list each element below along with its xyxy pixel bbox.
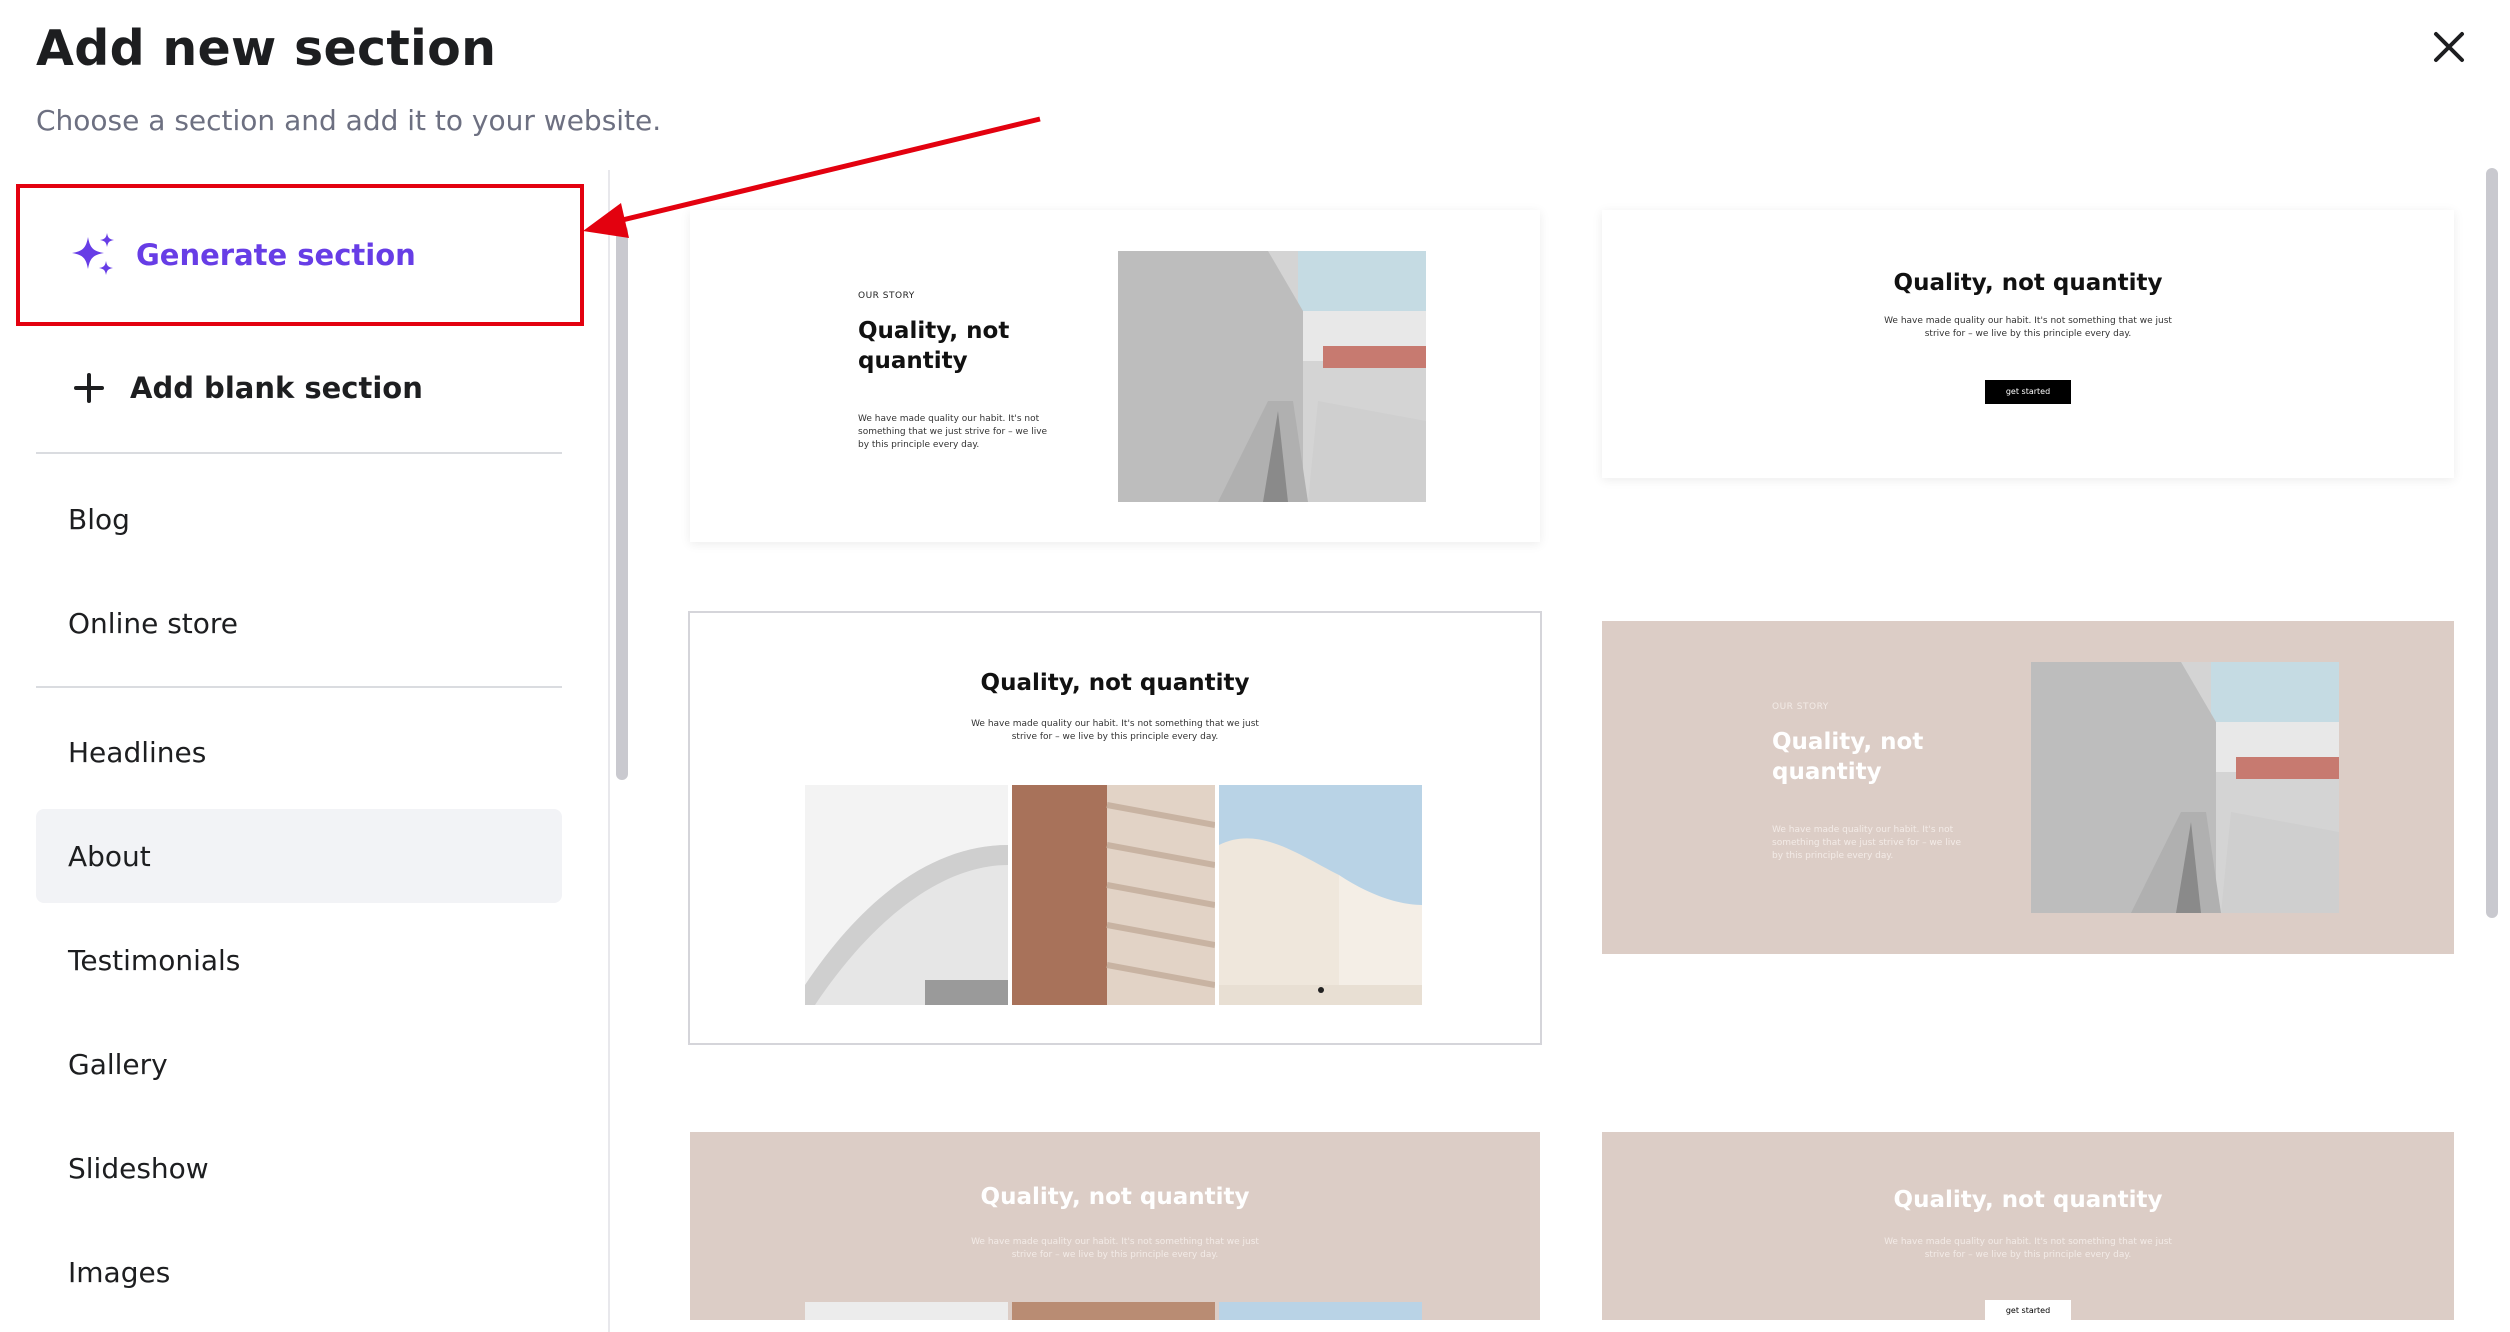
template-heading: Quality, not quantity — [1893, 270, 2163, 296]
gallery-image-2 — [1012, 1302, 1215, 1320]
template-heading: Quality, not quantity — [980, 1184, 1250, 1210]
sidebar-divider — [36, 686, 562, 688]
sidebar-scrollbar[interactable] — [614, 215, 630, 1330]
gallery-image-1 — [805, 1302, 1008, 1320]
sidebar-item-gallery[interactable]: Gallery — [36, 1017, 562, 1111]
sidebar-item-blog[interactable]: Blog — [36, 472, 562, 566]
template-body: We have made quality our habit. It's not… — [971, 719, 1259, 742]
plus-icon — [74, 373, 104, 403]
template-eyebrow: OUR STORY — [1772, 702, 1829, 712]
get-started-button: get started — [1985, 1300, 2071, 1320]
architecture-image — [2031, 662, 2339, 913]
dialog-subtitle: Choose a section and add it to your webs… — [36, 104, 662, 137]
template-card-about-1[interactable]: OUR STORY Quality, not quantity We have … — [690, 210, 1540, 542]
template-eyebrow: OUR STORY — [858, 291, 915, 301]
template-card-about-2[interactable]: Quality, not quantity We have made quali… — [1602, 210, 2454, 478]
template-card-about-5[interactable]: Quality, not quantity We have made quali… — [690, 1132, 1540, 1320]
template-card-about-6[interactable]: Quality, not quantity We have made quali… — [1602, 1132, 2454, 1320]
get-started-button: get started — [1985, 380, 2071, 404]
template-heading: Quality, not quantity — [1893, 1187, 2163, 1213]
gallery-image-3 — [1219, 1302, 1422, 1320]
gallery-image-1 — [805, 785, 1008, 1005]
sparkles-icon — [72, 233, 114, 275]
close-icon[interactable] — [2424, 22, 2474, 72]
add-blank-section-button[interactable]: Add blank section — [36, 355, 562, 421]
architecture-image — [1118, 251, 1426, 502]
template-heading: Quality, not quantity — [1772, 729, 1924, 785]
dialog-title: Add new section — [36, 20, 497, 77]
generate-section-label: Generate section — [136, 238, 416, 272]
template-body: We have made quality our habit. It's not… — [971, 1237, 1259, 1260]
template-body: We have made quality our habit. It's not… — [858, 414, 1048, 450]
sidebar-item-about[interactable]: About — [36, 809, 562, 903]
add-blank-section-label: Add blank section — [130, 371, 423, 405]
sidebar-item-online-store[interactable]: Online store — [36, 576, 562, 670]
template-card-about-4[interactable]: OUR STORY Quality, not quantity We have … — [1602, 621, 2454, 954]
sidebar-item-slideshow[interactable]: Slideshow — [36, 1121, 562, 1215]
gallery-image-3 — [1219, 785, 1422, 1005]
template-heading: Quality, not quantity — [858, 318, 1010, 374]
template-card-about-3[interactable]: Quality, not quantity We have made quali… — [688, 611, 1542, 1045]
gallery-image-2 — [1012, 785, 1215, 1005]
template-body: We have made quality our habit. It's not… — [1884, 1237, 2172, 1260]
sidebar-item-images[interactable]: Images — [36, 1225, 562, 1319]
template-body: We have made quality our habit. It's not… — [1772, 825, 1962, 861]
sidebar-item-testimonials[interactable]: Testimonials — [36, 913, 562, 1007]
template-heading: Quality, not quantity — [980, 670, 1250, 696]
generate-section-button[interactable]: Generate section — [16, 184, 584, 326]
sidebar-item-headlines[interactable]: Headlines — [36, 705, 562, 799]
template-body: We have made quality our habit. It's not… — [1884, 316, 2172, 339]
sidebar-divider — [36, 452, 562, 454]
templates-scrollbar[interactable] — [2480, 160, 2506, 1330]
